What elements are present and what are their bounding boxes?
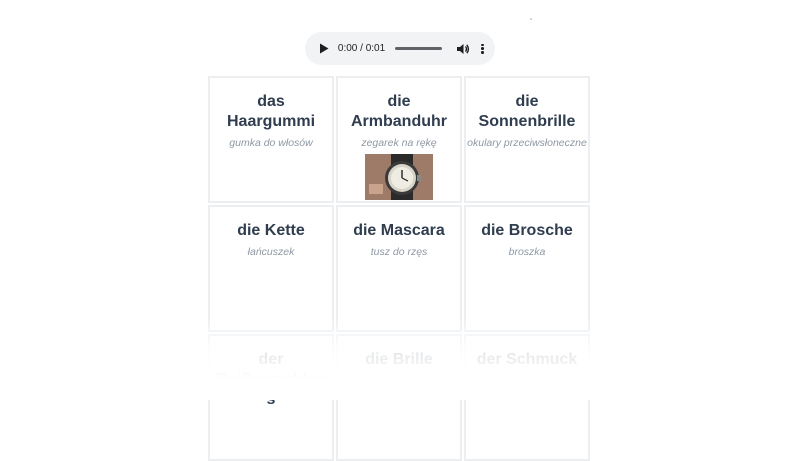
volume-icon[interactable] — [456, 42, 470, 56]
audio-time: 0:00 / 0:01 — [337, 43, 386, 54]
vocab-noun: Armbanduhr — [351, 113, 447, 130]
audio-player[interactable]: 0:00 / 0:01 — [305, 32, 495, 65]
vocab-card[interactable]: die Brosche broszka — [464, 205, 590, 332]
play-icon[interactable] — [317, 41, 332, 57]
more-vert-icon[interactable] — [478, 42, 487, 56]
vocabulary-grid: das Haargummi gumka do włosów die Armbandu… — [208, 76, 590, 461]
vocab-translation: zegarek na rękę — [361, 137, 437, 149]
vocab-translation: łańcuszek — [247, 246, 295, 258]
vocab-word: der Reißverschluss — [216, 350, 326, 410]
vocab-word: die Sonnenbrille — [472, 92, 582, 132]
vocab-article: das — [257, 93, 285, 110]
vocab-word: der Schmuck — [476, 351, 578, 368]
vocab-word: die Mascara — [353, 222, 445, 239]
vocab-article: der — [258, 351, 284, 368]
vocab-translation: broszka — [508, 246, 546, 258]
vocab-card[interactable]: der Schmuck — [464, 334, 590, 461]
vocab-noun: Haargummi — [226, 113, 316, 130]
vocab-word: die Armbanduhr — [344, 92, 454, 132]
vocab-word: das Haargummi — [216, 92, 326, 132]
vocab-card[interactable]: die Armbanduhr zegarek na rękę — [336, 76, 462, 203]
vocab-word: die Brosche — [481, 222, 573, 239]
wristwatch-photo — [365, 154, 433, 200]
vocab-noun: Sonnenbrille — [478, 113, 576, 130]
vocab-card[interactable]: der Reißverschluss — [208, 334, 334, 461]
vocab-card[interactable]: die Brille — [336, 334, 462, 461]
decorative-dot — [530, 18, 532, 20]
vocab-article: die — [387, 93, 411, 110]
vocab-word: die Kette — [237, 222, 305, 239]
vocab-card[interactable]: das Haargummi gumka do włosów — [208, 76, 334, 203]
vocab-noun: Reißverschluss — [216, 371, 326, 408]
vocab-card[interactable]: die Sonnenbrille okulary przeciwsłoneczne — [464, 76, 590, 203]
vocab-word: die Brille — [365, 351, 433, 368]
vocab-article: die — [515, 93, 539, 110]
vocab-translation: tusz do rzęs — [370, 246, 428, 258]
audio-progress-slider[interactable] — [395, 47, 442, 50]
vocab-translation: gumka do włosów — [229, 137, 313, 149]
vocab-card[interactable]: die Kette łańcuszek — [208, 205, 334, 332]
vocab-translation: okulary przeciwsłoneczne — [467, 137, 587, 149]
vocab-card[interactable]: die Mascara tusz do rzęs — [336, 205, 462, 332]
